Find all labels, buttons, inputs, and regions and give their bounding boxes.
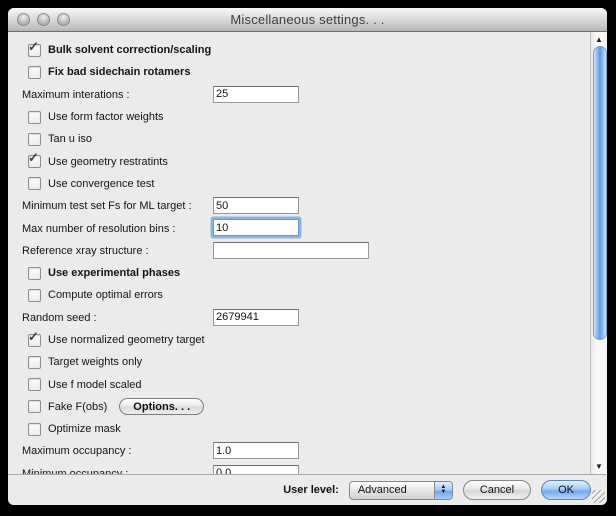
checkbox[interactable] <box>28 66 41 79</box>
field-label: Random seed : <box>22 312 97 324</box>
text-field[interactable] <box>213 242 369 259</box>
checkbox[interactable] <box>28 111 41 124</box>
settings-row: ✓ Bulk solvent correction/scaling <box>22 39 590 61</box>
checkbox-label: Use experimental phases <box>48 267 180 279</box>
field-label: Max number of resolution bins : <box>22 223 175 235</box>
settings-row: Reference xray structure : <box>22 240 590 262</box>
checkmark-icon: ✓ <box>28 150 39 166</box>
close-button[interactable] <box>17 13 30 26</box>
checkbox[interactable] <box>28 177 41 190</box>
settings-list: ✓ Bulk solvent correction/scaling Fix bad … <box>8 32 590 474</box>
vertical-scrollbar[interactable]: ▲ ▼ <box>590 32 607 474</box>
checkbox[interactable] <box>28 400 41 413</box>
checkbox-label: Fix bad sidechain rotamers <box>48 66 190 78</box>
checkmark-icon: ✓ <box>28 39 39 55</box>
field-label: Minimum occupancy : <box>22 468 128 474</box>
checkbox-label: Use geometry restratints <box>48 156 168 168</box>
settings-row: ✓ Use geometry restratints <box>22 150 590 172</box>
settings-row: Use f model scaled <box>22 373 590 395</box>
field-label: Minimum test set Fs for ML target : <box>22 200 192 212</box>
settings-row: Minimum test set Fs for ML target : <box>22 195 590 217</box>
settings-row: ✓ Use normalized geometry target <box>22 329 590 351</box>
screen-background: Miscellaneous settings. . . ✓ Bulk solven… <box>0 0 616 516</box>
scroll-down-arrow-icon[interactable]: ▼ <box>591 460 607 473</box>
settings-row: Tan u iso <box>22 128 590 150</box>
field-label: Reference xray structure : <box>22 245 149 257</box>
text-field[interactable] <box>213 309 299 326</box>
settings-row: Random seed : <box>22 307 590 329</box>
checkbox[interactable] <box>28 289 41 302</box>
settings-row: Use experimental phases <box>22 262 590 284</box>
user-level-label: User level: <box>283 484 339 496</box>
checkbox[interactable] <box>28 267 41 280</box>
checkbox[interactable] <box>28 133 41 146</box>
checkmark-icon: ✓ <box>28 329 39 345</box>
user-level-value: Advanced <box>358 484 407 496</box>
checkbox-label: Target weights only <box>48 356 142 368</box>
resize-grip[interactable] <box>592 490 605 503</box>
settings-row: Use form factor weights <box>22 106 590 128</box>
settings-row: Maximum occupancy : <box>22 440 590 462</box>
settings-row: Compute optimal errors <box>22 284 590 306</box>
checkbox-label: Optimize mask <box>48 423 121 435</box>
settings-row: Minimum occupancy : <box>22 463 590 474</box>
text-field[interactable] <box>213 442 299 459</box>
field-label: Maximum occupancy : <box>22 445 131 457</box>
settings-row: Fix bad sidechain rotamers <box>22 61 590 83</box>
settings-row: Max number of resolution bins : <box>22 217 590 239</box>
checkbox-label: Compute optimal errors <box>48 289 163 301</box>
checkbox-label: Tan u iso <box>48 133 92 145</box>
text-field[interactable] <box>213 465 299 474</box>
minimize-button[interactable] <box>37 13 50 26</box>
user-level-select[interactable]: Advanced ▲▼ <box>349 481 453 500</box>
settings-row: Target weights only <box>22 351 590 373</box>
settings-row: Use convergence test <box>22 173 590 195</box>
checkbox[interactable]: ✓ <box>28 155 41 168</box>
text-field[interactable] <box>213 219 299 236</box>
checkbox-label: Use convergence test <box>48 178 154 190</box>
checkbox-label: Bulk solvent correction/scaling <box>48 44 211 56</box>
window-title: Miscellaneous settings. . . <box>230 12 384 27</box>
settings-row: Fake F(obs) Options. . . <box>22 396 590 418</box>
options-button[interactable]: Options. . . <box>119 398 204 415</box>
checkbox[interactable]: ✓ <box>28 334 41 347</box>
ok-button[interactable]: OK <box>541 480 591 500</box>
popup-stepper-icon: ▲▼ <box>434 482 452 499</box>
checkbox-label: Use f model scaled <box>48 379 142 391</box>
cancel-button[interactable]: Cancel <box>463 480 531 500</box>
settings-row: Maximum interations : <box>22 84 590 106</box>
text-field[interactable] <box>213 86 299 103</box>
maximize-button[interactable] <box>57 13 70 26</box>
checkbox-label: Use form factor weights <box>48 111 164 123</box>
scroll-up-arrow-icon[interactable]: ▲ <box>591 33 607 46</box>
field-label: Maximum interations : <box>22 89 130 101</box>
dialog-window: Miscellaneous settings. . . ✓ Bulk solven… <box>8 8 607 505</box>
checkbox[interactable] <box>28 378 41 391</box>
settings-row: Optimize mask <box>22 418 590 440</box>
checkbox-label: Use normalized geometry target <box>48 334 205 346</box>
checkbox[interactable] <box>28 356 41 369</box>
scrollbar-thumb[interactable] <box>593 46 607 340</box>
settings-scroll-area: ✓ Bulk solvent correction/scaling Fix bad … <box>8 32 607 475</box>
footer-bar: User level: Advanced ▲▼ Cancel OK <box>8 475 607 505</box>
checkbox[interactable] <box>28 423 41 436</box>
window-titlebar[interactable]: Miscellaneous settings. . . <box>8 8 607 32</box>
text-field[interactable] <box>213 197 299 214</box>
checkbox[interactable]: ✓ <box>28 44 41 57</box>
checkbox-label: Fake F(obs) <box>48 401 107 413</box>
traffic-lights <box>17 13 70 26</box>
